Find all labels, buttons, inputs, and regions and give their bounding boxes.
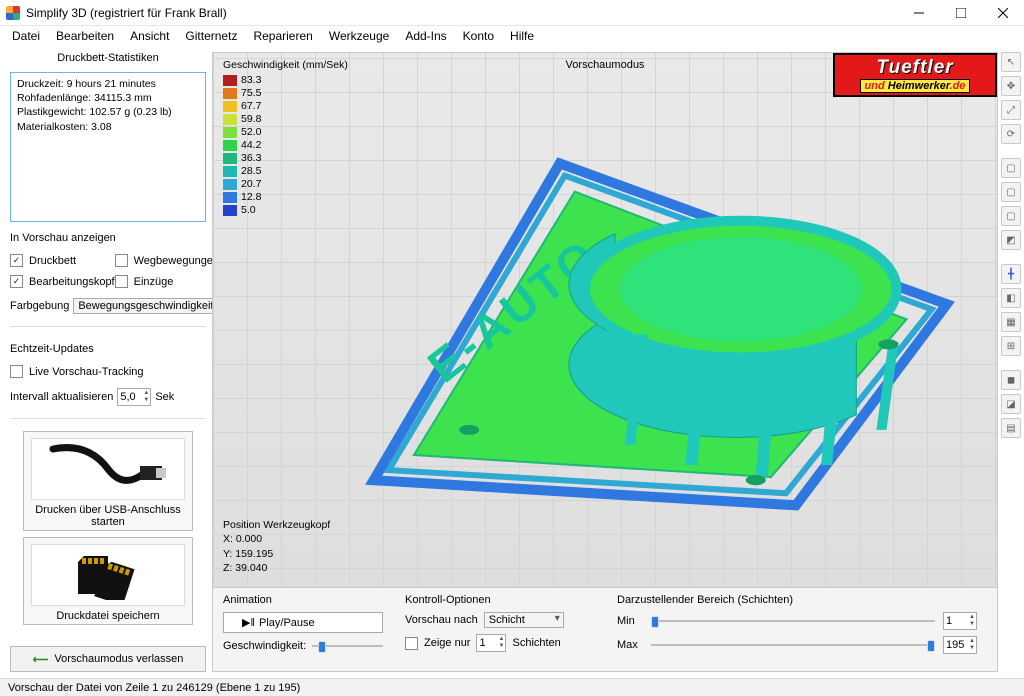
range-min-spin[interactable]: 1▲▼ [943, 612, 977, 630]
pos-z: Z: 39.040 [223, 561, 330, 575]
show-only-label: Zeige nur [424, 637, 470, 649]
menu-hilfe[interactable]: Hilfe [502, 27, 542, 45]
stat-cost: Materialkosten: 3.08 [17, 120, 199, 134]
chk-retract-label: Einzüge [134, 276, 174, 288]
tool-select-icon[interactable]: ↖ [1001, 52, 1021, 72]
menu-addins[interactable]: Add-Ins [397, 27, 454, 45]
show-only-unit: Schichten [512, 637, 560, 649]
chk-live-tracking[interactable] [10, 365, 23, 378]
interval-spin[interactable]: 5,0▲▼ [117, 388, 151, 406]
menubar: Datei Bearbeiten Ansicht Gitternetz Repa… [0, 26, 1024, 46]
status-text: Vorschau der Datei von Zeile 1 zu 246129… [8, 682, 300, 694]
sd-icon [31, 544, 185, 606]
menu-bearbeiten[interactable]: Bearbeiten [48, 27, 122, 45]
tool-wire-icon[interactable]: ▦ [1001, 312, 1021, 332]
stat-weight: Plastikgewicht: 102.57 g (0.23 lb) [17, 105, 199, 119]
usb-icon [31, 438, 185, 500]
viewport-3d[interactable]: Geschwindigkeit (mm/Sek) 83.375.567.759.… [212, 52, 998, 672]
show-only-spin[interactable]: 1▲▼ [476, 634, 506, 652]
view-side-icon[interactable]: ▢ [1001, 206, 1021, 226]
app-icon [6, 6, 20, 20]
stats-box: Druckzeit: 9 hours 21 minutes Rohfadenlä… [10, 72, 206, 222]
chk-head-label: Bearbeitungskopf [29, 276, 115, 288]
chk-travel[interactable] [115, 254, 128, 267]
menu-reparieren[interactable]: Reparieren [245, 27, 320, 45]
minimize-button[interactable] [898, 0, 940, 26]
pos-y: Y: 159.195 [223, 547, 330, 561]
menu-datei[interactable]: Datei [4, 27, 48, 45]
play-pause-label: Play/Pause [259, 617, 315, 629]
range-min-label: Min [617, 615, 643, 627]
usb-print-button[interactable]: Drucken über USB-Anschluss starten [23, 431, 193, 531]
model-render: E-AUTO [253, 83, 977, 515]
chk-retract[interactable] [115, 275, 128, 288]
chk-bed[interactable] [10, 254, 23, 267]
speed-slider[interactable] [312, 639, 383, 653]
tool-grid-icon[interactable]: ▤ [1001, 418, 1021, 438]
view-top-icon[interactable]: ▢ [1001, 158, 1021, 178]
chk-bed-label: Druckbett [29, 255, 76, 267]
close-button[interactable] [982, 0, 1024, 26]
exit-preview-label: Vorschaumodus verlassen [54, 653, 183, 665]
tool-move-icon[interactable]: ✥ [1001, 76, 1021, 96]
stats-heading: Druckbett-Statistiken [10, 52, 206, 64]
tool-scale-icon[interactable]: ⤢ [1001, 100, 1021, 120]
statusbar: Vorschau der Datei von Zeile 1 zu 246129… [0, 678, 1024, 696]
tool-rotate-icon[interactable]: ⟳ [1001, 124, 1021, 144]
coloring-label: Farbgebung [10, 300, 69, 312]
legend-title: Geschwindigkeit (mm/Sek) [223, 59, 348, 71]
tool-cross-icon[interactable]: ⊞ [1001, 336, 1021, 356]
toolhead-position: Position Werkzeugkopf X: 0.000 Y: 159.19… [223, 518, 330, 575]
animation-heading: Animation [223, 594, 383, 606]
range-heading: Darzustellender Bereich (Schichten) [617, 594, 987, 606]
preview-controls: Animation ▶‖ Play/Pause Geschwindigkeit:… [213, 587, 997, 671]
exit-preview-button[interactable]: ⟵ Vorschaumodus verlassen [10, 646, 206, 672]
maximize-button[interactable] [940, 0, 982, 26]
tool-cube-icon[interactable]: ◧ [1001, 288, 1021, 308]
pos-title: Position Werkzeugkopf [223, 518, 330, 532]
menu-konto[interactable]: Konto [455, 27, 502, 45]
range-max-spin[interactable]: 195▲▼ [943, 636, 977, 654]
left-panel: Druckbett-Statistiken Druckzeit: 9 hours… [0, 46, 212, 678]
preview-by-label: Vorschau nach [405, 614, 478, 626]
pos-x: X: 0.000 [223, 532, 330, 546]
tool-solid-icon[interactable]: ◼ [1001, 370, 1021, 390]
titlebar: Simplify 3D (registriert für Frank Brall… [0, 0, 1024, 26]
range-max-label: Max [617, 639, 643, 651]
window-title: Simplify 3D (registriert für Frank Brall… [26, 6, 898, 20]
tool-shaded-icon[interactable]: ◪ [1001, 394, 1021, 414]
usb-caption: Drucken über USB-Anschluss starten [28, 504, 188, 528]
right-toolbar: ↖ ✥ ⤢ ⟳ ▢ ▢ ▢ ◩ ╋ ◧ ▦ ⊞ ◼ ◪ ▤ [998, 46, 1024, 678]
speed-label: Geschwindigkeit: [223, 640, 306, 652]
view-front-icon[interactable]: ▢ [1001, 182, 1021, 202]
control-options-heading: Kontroll-Optionen [405, 594, 595, 606]
view-iso-icon[interactable]: ◩ [1001, 230, 1021, 250]
sd-caption: Druckdatei speichern [56, 610, 159, 622]
watermark-line1: Tueftler [876, 57, 953, 79]
preview-by-select[interactable]: Schicht [484, 612, 564, 628]
chk-travel-label: Wegbewegungen [134, 255, 219, 267]
arrow-left-icon: ⟵ [33, 653, 49, 666]
chk-show-only[interactable] [405, 637, 418, 650]
menu-werkzeuge[interactable]: Werkzeuge [321, 27, 397, 45]
show-in-preview-heading: In Vorschau anzeigen [10, 232, 206, 244]
stat-print-time: Druckzeit: 9 hours 21 minutes [17, 77, 199, 91]
coloring-select[interactable]: Bewegungsgeschwindigkeit [73, 298, 228, 314]
range-max-slider[interactable] [651, 638, 935, 652]
range-min-slider[interactable] [651, 614, 935, 628]
menu-ansicht[interactable]: Ansicht [122, 27, 177, 45]
save-file-button[interactable]: Druckdatei speichern [23, 537, 193, 625]
chk-live-label: Live Vorschau-Tracking [29, 366, 144, 378]
interval-unit: Sek [155, 391, 174, 403]
interval-label: Intervall aktualisieren [10, 391, 113, 403]
play-pause-icon: ▶‖ [242, 616, 255, 629]
menu-gitternetz[interactable]: Gitternetz [177, 27, 245, 45]
chk-head[interactable] [10, 275, 23, 288]
play-pause-button[interactable]: ▶‖ Play/Pause [223, 612, 383, 633]
tool-axis-icon[interactable]: ╋ [1001, 264, 1021, 284]
viewport-mode-label: Vorschaumodus [566, 59, 645, 71]
stat-filament: Rohfadenlänge: 34115.3 mm [17, 91, 199, 105]
realtime-heading: Echtzeit-Updates [10, 343, 206, 355]
